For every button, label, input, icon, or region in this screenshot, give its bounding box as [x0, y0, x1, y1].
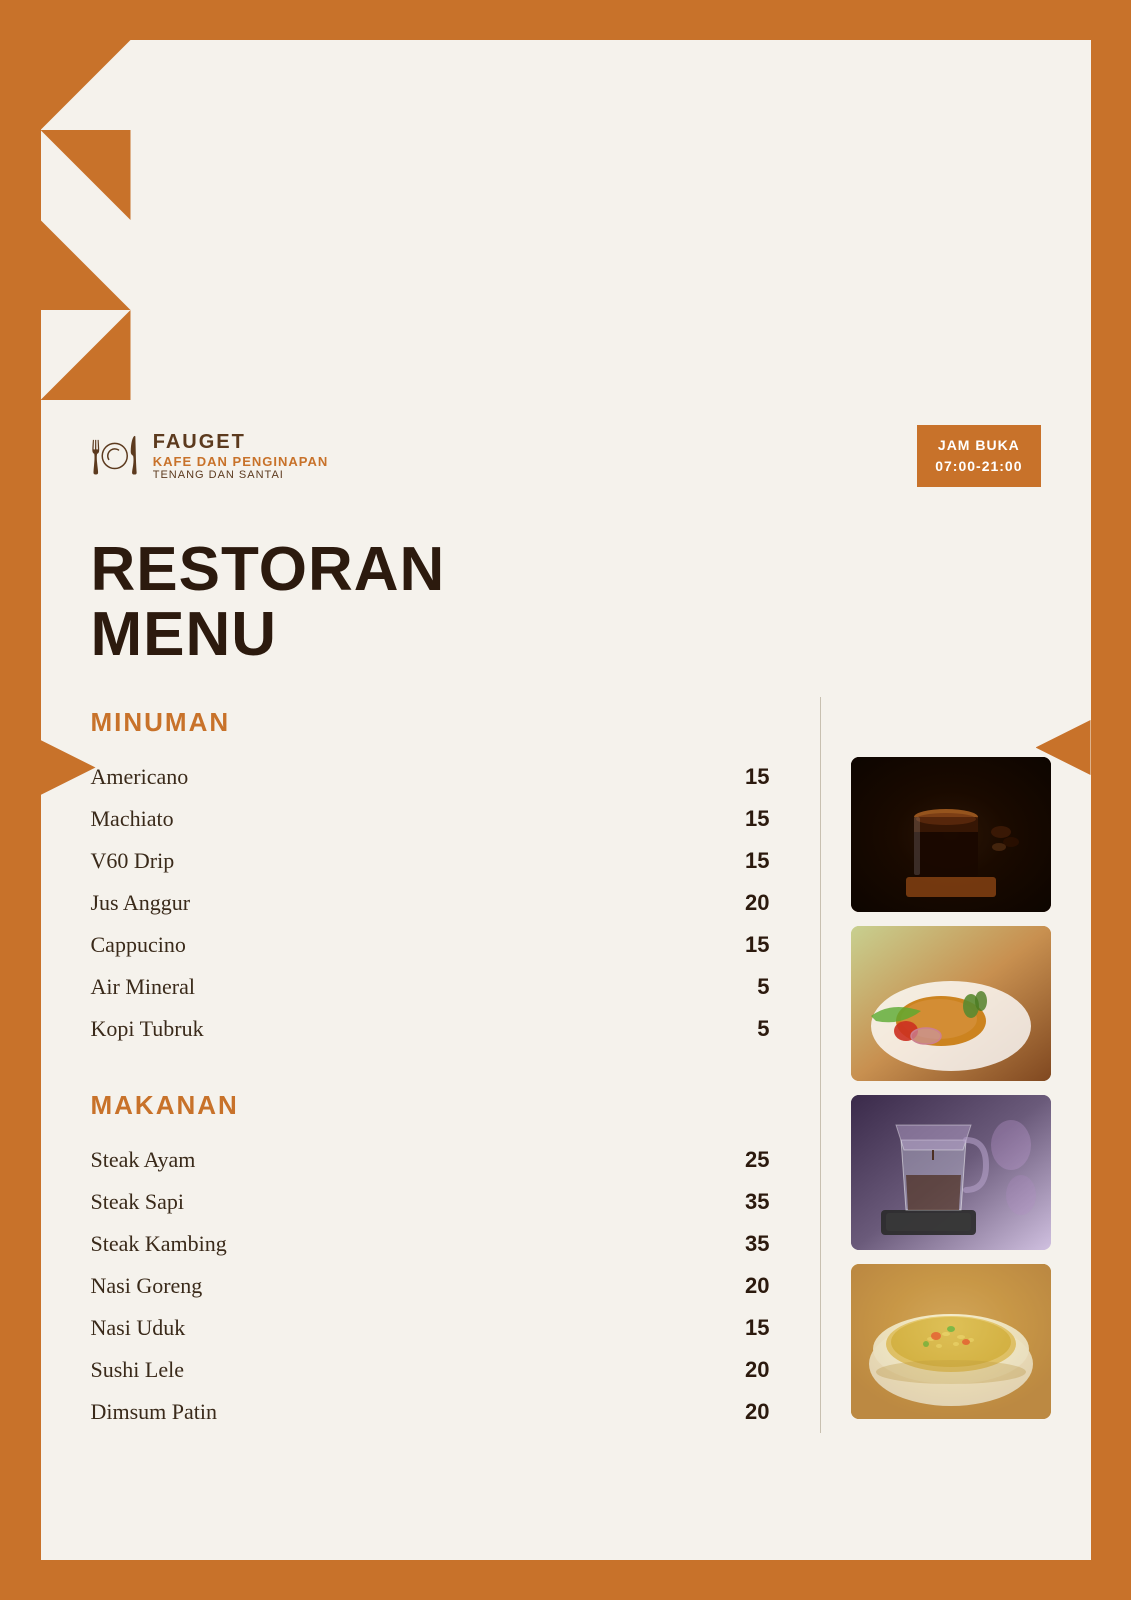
item-price: 15	[745, 806, 769, 832]
hours-label: JAM BUKA	[935, 435, 1022, 456]
item-name: Steak Kambing	[91, 1231, 227, 1257]
menu-item: Steak Sapi 35	[91, 1181, 800, 1223]
item-name: Sushi Lele	[91, 1357, 185, 1383]
menu-item: Jus Anggur 20	[91, 882, 800, 924]
item-price: 15	[745, 1315, 769, 1341]
brand-subtitle: KAFE DAN PENGINAPAN	[153, 454, 329, 469]
corner-decoration-tr	[41, 130, 131, 220]
menu-item: Air Mineral 5	[91, 966, 800, 1008]
food-section-title: MAKANAN	[91, 1090, 800, 1121]
item-name: Cappucino	[91, 932, 186, 958]
coffee-image	[851, 757, 1051, 912]
item-price: 15	[745, 848, 769, 874]
section-gap	[91, 1050, 800, 1080]
drinks-section-title: MINUMAN	[91, 707, 800, 738]
item-name: Jus Anggur	[91, 890, 191, 916]
corner-decoration-tl	[41, 40, 131, 130]
images-column	[821, 697, 1041, 1433]
item-price: 20	[745, 1399, 769, 1425]
item-name: Kopi Tubruk	[91, 1016, 204, 1042]
item-name: Americano	[91, 764, 189, 790]
rice-image	[851, 1264, 1051, 1419]
menu-item: Machiato 15	[91, 798, 800, 840]
item-price: 5	[757, 974, 769, 1000]
item-price: 15	[745, 764, 769, 790]
item-price: 20	[745, 1357, 769, 1383]
header: 🍽 FAUGET KAFE DAN PENGINAPAN TENANG DAN …	[41, 400, 1091, 507]
item-price: 5	[757, 1016, 769, 1042]
logo-icon: 🍽	[91, 434, 139, 478]
item-name: Air Mineral	[91, 974, 195, 1000]
menu-item: Nasi Uduk 15	[91, 1307, 800, 1349]
page-title: RESTORANMENU	[91, 537, 1041, 667]
brand-tagline: TENANG DAN SANTAI	[153, 469, 329, 481]
brand-name: FAUGET	[153, 431, 329, 454]
menu-item: V60 Drip 15	[91, 840, 800, 882]
logo-text-block: FAUGET KAFE DAN PENGINAPAN TENANG DAN SA…	[153, 431, 329, 481]
menu-item: Cappucino 15	[91, 924, 800, 966]
item-price: 20	[745, 1273, 769, 1299]
chicken-image	[851, 926, 1051, 1081]
menu-column: MINUMAN Americano 15 Machiato 15 V60 Dri…	[91, 697, 821, 1433]
item-name: Machiato	[91, 806, 174, 832]
menu-item: Dimsum Patin 20	[91, 1391, 800, 1433]
item-price: 35	[745, 1231, 769, 1257]
menu-item: Nasi Goreng 20	[91, 1265, 800, 1307]
item-name: Dimsum Patin	[91, 1399, 218, 1425]
menu-item: Kopi Tubruk 5	[91, 1008, 800, 1050]
item-price: 15	[745, 932, 769, 958]
item-price: 25	[745, 1147, 769, 1173]
menu-page: 🍽 FAUGET KAFE DAN PENGINAPAN TENANG DAN …	[41, 40, 1091, 1560]
logo-area: 🍽 FAUGET KAFE DAN PENGINAPAN TENANG DAN …	[91, 431, 329, 481]
item-name: V60 Drip	[91, 848, 175, 874]
item-name: Steak Ayam	[91, 1147, 196, 1173]
menu-item: Sushi Lele 20	[91, 1349, 800, 1391]
main-content: RESTORANMENU MINUMAN Americano 15 Machia…	[41, 507, 1091, 1473]
drip-coffee-image	[851, 1095, 1051, 1250]
item-price: 35	[745, 1189, 769, 1215]
menu-item: Steak Ayam 25	[91, 1139, 800, 1181]
corner-decoration-br	[41, 310, 131, 400]
item-name: Nasi Goreng	[91, 1273, 203, 1299]
item-name: Nasi Uduk	[91, 1315, 186, 1341]
item-name: Steak Sapi	[91, 1189, 185, 1215]
content-layout: MINUMAN Americano 15 Machiato 15 V60 Dri…	[91, 697, 1041, 1433]
item-price: 20	[745, 890, 769, 916]
menu-item: Americano 15	[91, 756, 800, 798]
hours-box: JAM BUKA 07:00-21:00	[917, 425, 1040, 487]
menu-item: Steak Kambing 35	[91, 1223, 800, 1265]
hours-value: 07:00-21:00	[935, 456, 1022, 477]
corner-decoration-bl	[41, 220, 131, 310]
